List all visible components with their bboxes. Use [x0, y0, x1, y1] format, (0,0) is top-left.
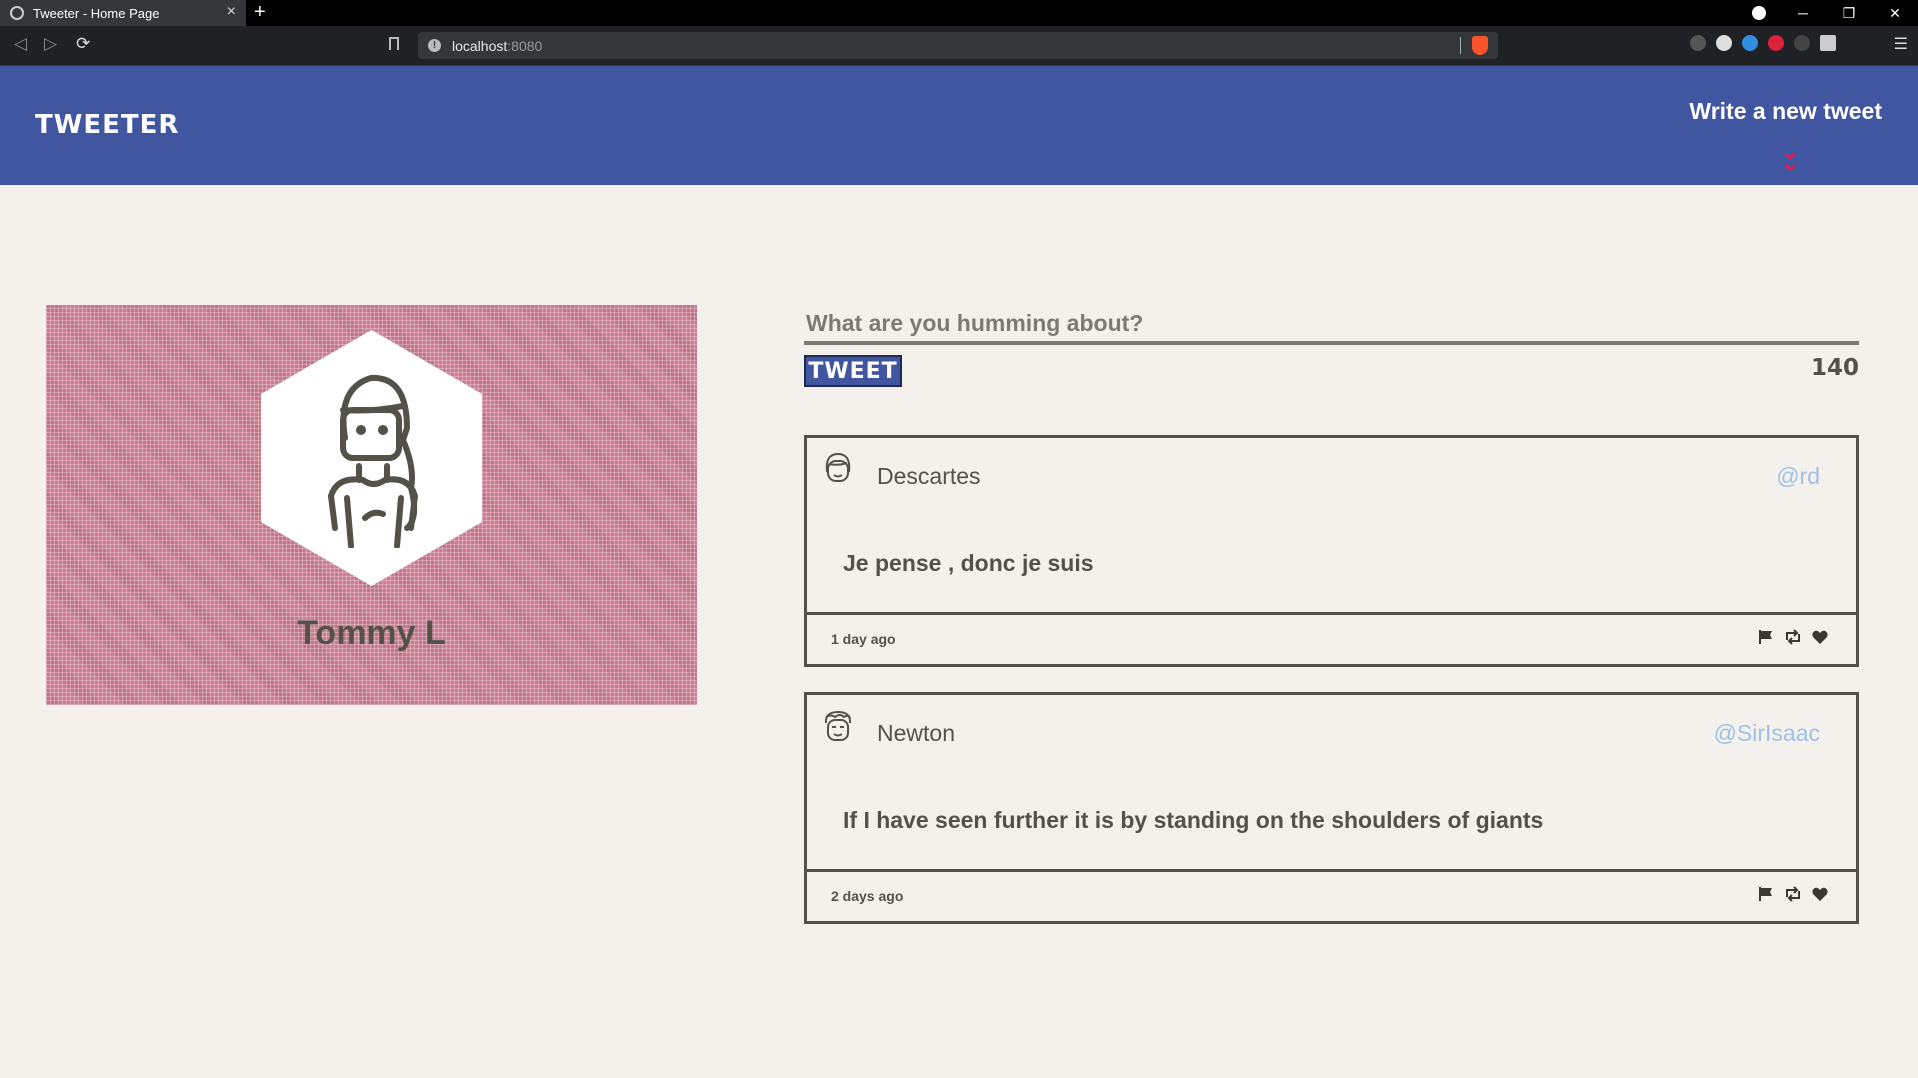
minimize-button[interactable]: ─ [1780, 5, 1826, 21]
avatar-hexagon [261, 330, 482, 586]
heart-icon[interactable] [1812, 887, 1828, 902]
profile-card: Tommy L [46, 305, 697, 705]
extension-icon[interactable] [1716, 35, 1732, 51]
write-new-tweet-link[interactable]: Write a new tweet [1689, 98, 1882, 125]
tweet-footer: 1 day ago [807, 612, 1856, 664]
forward-icon[interactable]: ▷ [44, 34, 57, 54]
back-icon[interactable]: ◁ [14, 34, 27, 54]
tweet-text: If I have seen further it is by standing… [843, 807, 1544, 833]
extension-icon[interactable] [1690, 35, 1706, 51]
browser-tab-bar: Tweeter - Home Page × + ─ ❐ ✕ [0, 0, 1918, 26]
site-header: TWEETER Write a new tweet ⌄ ⌄ [0, 66, 1918, 185]
reload-icon[interactable]: ⟳ [76, 34, 90, 54]
puzzle-icon[interactable] [1820, 35, 1836, 51]
tweet-author-name: Newton [877, 720, 955, 746]
new-tab-button[interactable]: + [254, 1, 266, 24]
tweet-footer: 2 days ago [807, 869, 1856, 921]
tweet-actions [1758, 886, 1828, 902]
close-tab-icon[interactable]: × [227, 3, 236, 21]
tweet-text: Je pense , donc je suis [843, 550, 1094, 576]
restore-button[interactable]: ❐ [1826, 5, 1872, 22]
tweet-card: Newton @SirIsaac If I have seen further … [804, 692, 1859, 924]
browser-tab[interactable]: Tweeter - Home Page × [0, 0, 246, 26]
man-avatar-icon [824, 710, 852, 741]
tweet-author-handle[interactable]: @rd [1776, 463, 1820, 490]
tweet-author-name: Descartes [877, 463, 981, 489]
flag-icon[interactable] [1758, 629, 1774, 645]
character-counter: 140 [1810, 355, 1859, 381]
bookmark-icon[interactable] [389, 37, 399, 50]
tweet-timestamp: 2 days ago [831, 888, 904, 904]
divider [1460, 37, 1461, 54]
tweet-button[interactable]: TWEET [804, 355, 902, 387]
brave-shield-icon[interactable] [1472, 36, 1488, 55]
retweet-icon[interactable] [1784, 629, 1802, 645]
window-controls: ─ ❐ ✕ [1780, 0, 1918, 26]
site-logo[interactable]: TWEETER [35, 110, 179, 140]
compose-area: TWEET 140 [804, 305, 1859, 387]
tab-title: Tweeter - Home Page [33, 5, 160, 21]
retweet-icon[interactable] [1784, 886, 1802, 902]
menu-icon[interactable]: ☰ [1894, 34, 1908, 54]
profile-icon[interactable] [1752, 6, 1766, 20]
extension-icon[interactable] [1742, 35, 1758, 51]
tweet-input[interactable] [804, 305, 1859, 345]
browser-toolbar: ◁ ▷ ⟳ ! localhost:8080 ☰ [0, 26, 1918, 66]
extension-icon[interactable] [1768, 35, 1784, 51]
download-icon[interactable] [1794, 35, 1810, 51]
flag-icon[interactable] [1758, 886, 1774, 902]
tweet-author-handle[interactable]: @SirIsaac [1714, 720, 1820, 747]
tweet-actions [1758, 629, 1828, 645]
close-window-button[interactable]: ✕ [1872, 5, 1918, 22]
woman-avatar-icon [825, 452, 851, 482]
globe-icon [10, 6, 24, 20]
tweet-timestamp: 1 day ago [831, 631, 896, 647]
woman-avatar-icon [328, 374, 418, 548]
tweet-card: Descartes @rd Je pense , donc je suis 1 … [804, 435, 1859, 667]
double-chevron-down-icon[interactable]: ⌄ ⌄ [1781, 141, 1799, 174]
extensions-area [1690, 35, 1836, 51]
heart-icon[interactable] [1812, 630, 1828, 645]
site-info-icon[interactable]: ! [428, 39, 441, 52]
profile-name: Tommy L [297, 614, 446, 652]
url-text: localhost:8080 [452, 38, 543, 54]
address-bar[interactable]: ! localhost:8080 [418, 32, 1498, 59]
